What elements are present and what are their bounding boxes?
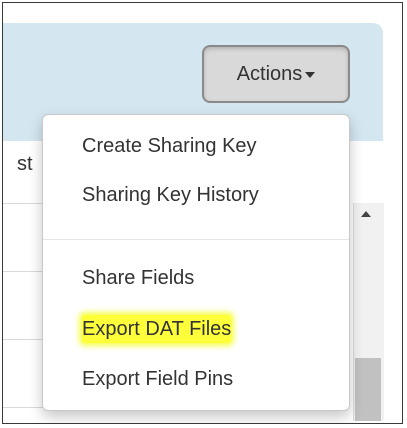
table-row-divider bbox=[3, 271, 43, 272]
actions-dropdown-menu: Create Sharing Key Sharing Key History S… bbox=[42, 114, 350, 411]
table-row-divider bbox=[3, 407, 43, 408]
table-column-header: st bbox=[17, 153, 33, 175]
scroll-up-arrow-icon[interactable] bbox=[361, 211, 371, 217]
screenshot-frame: st Actions Create Sharing Key Sharing Ke… bbox=[2, 2, 403, 424]
table-row-divider bbox=[3, 203, 43, 204]
menu-divider bbox=[43, 239, 349, 240]
caret-down-icon bbox=[305, 72, 316, 78]
right-edge-panel bbox=[383, 35, 402, 423]
actions-button[interactable]: Actions bbox=[202, 45, 350, 103]
menu-item-sharing-key-history[interactable]: Sharing Key History bbox=[82, 181, 259, 209]
menu-item-export-dat-files[interactable]: Export DAT Files bbox=[82, 315, 232, 343]
scrollbar-thumb[interactable] bbox=[355, 358, 381, 421]
menu-item-share-fields[interactable]: Share Fields bbox=[82, 264, 194, 292]
actions-button-label: Actions bbox=[236, 62, 303, 85]
table-row-divider bbox=[3, 339, 43, 340]
menu-item-export-field-pins[interactable]: Export Field Pins bbox=[82, 365, 233, 393]
menu-item-create-sharing-key[interactable]: Create Sharing Key bbox=[82, 132, 257, 160]
